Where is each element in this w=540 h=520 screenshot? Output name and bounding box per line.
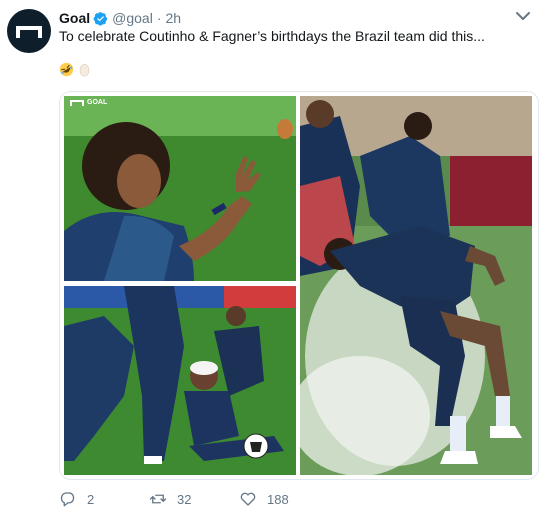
account-handle[interactable]: @goal <box>112 9 153 27</box>
photo-3[interactable] <box>300 96 532 475</box>
tweet-text: To celebrate Coutinho & Fagner’s birthda… <box>59 28 485 44</box>
like-count: 188 <box>267 491 289 507</box>
reply-icon <box>60 492 75 507</box>
tweet-timestamp[interactable]: 2h <box>165 9 181 27</box>
retweet-count: 32 <box>177 491 192 507</box>
emoji-row <box>59 62 92 77</box>
avatar[interactable] <box>7 9 51 53</box>
goal-logo-icon <box>16 26 42 38</box>
verified-badge-icon <box>93 11 108 26</box>
rolling-laughing-emoji-icon <box>59 62 74 77</box>
egg-emoji-icon <box>79 63 90 77</box>
retweet-icon <box>149 494 167 504</box>
reply-button[interactable]: 2 <box>59 490 149 508</box>
watermark-label: GOAL <box>87 99 108 106</box>
heart-icon <box>240 492 256 506</box>
retweet-button[interactable]: 32 <box>149 490 239 508</box>
chevron-down-icon[interactable] <box>515 10 531 22</box>
photo-1[interactable]: GOAL <box>64 96 296 281</box>
tweet-actions: 2 32 188 <box>59 489 329 509</box>
goal-watermark: GOAL <box>70 99 107 106</box>
photo-2[interactable] <box>64 286 296 475</box>
header-separator: · <box>156 10 162 26</box>
like-button[interactable]: 188 <box>239 490 329 508</box>
account-name[interactable]: Goal <box>59 9 90 27</box>
tweet-card: Goal @goal · 2h To celebrate Coutinho & … <box>0 0 540 520</box>
goal-watermark-icon <box>70 99 84 106</box>
media-grid: GOAL <box>59 91 539 480</box>
tweet-header: Goal @goal · 2h <box>59 9 510 27</box>
reply-count: 2 <box>87 491 95 507</box>
